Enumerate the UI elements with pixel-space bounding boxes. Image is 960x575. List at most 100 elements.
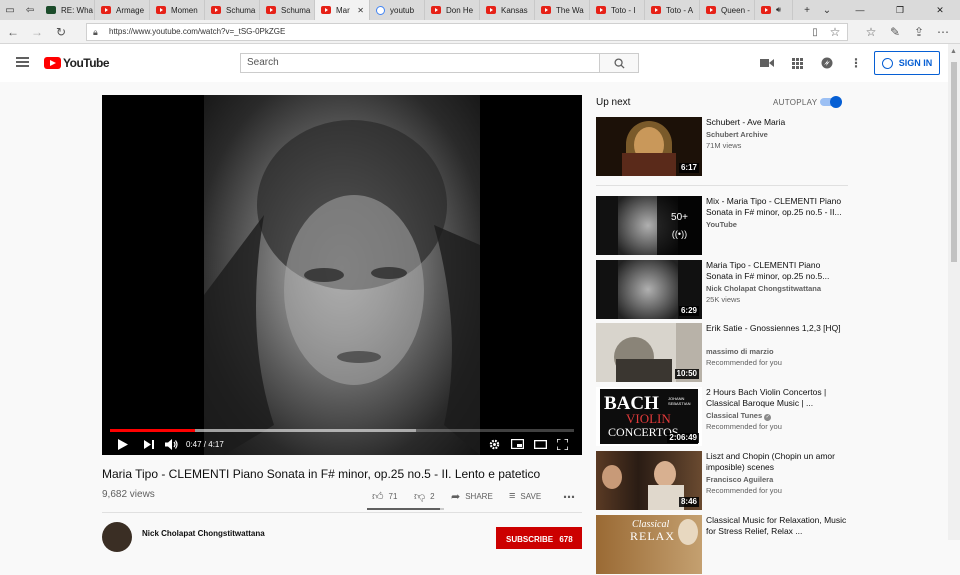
subscribe-button[interactable]: SUBSCRIBE 678	[496, 527, 582, 549]
channel-name[interactable]: Nick Cholapat Chongstitwattana	[142, 529, 265, 538]
tab-preview-icon[interactable]: ⇦	[20, 0, 40, 20]
video-player[interactable]: 0:47 / 4:17	[102, 95, 582, 455]
minimize-icon[interactable]: —	[840, 0, 880, 20]
next-icon[interactable]	[144, 438, 154, 450]
apps-grid-icon[interactable]	[790, 56, 804, 70]
browser-tab[interactable]: Toto - I	[590, 0, 645, 20]
recommended-channel[interactable]: Schubert Archive	[706, 130, 768, 139]
recommended-video-title[interactable]: 2 Hours Bach Violin Concertos | Classica…	[706, 387, 848, 409]
browser-tab[interactable]: Schuma	[205, 0, 260, 20]
recommended-meta: 25K views	[706, 295, 741, 304]
forward-icon[interactable]: →	[28, 23, 46, 41]
browser-tab[interactable]: The Wa	[535, 0, 590, 20]
close-window-icon[interactable]: ✕	[920, 0, 960, 20]
more-actions-icon[interactable]: ⋯	[563, 490, 575, 504]
back-icon[interactable]: ←	[4, 23, 22, 41]
browser-tab[interactable]: RE: Wha	[40, 0, 95, 20]
recommended-channel[interactable]: Nick Cholapat Chongstitwattana	[706, 284, 821, 293]
like-button[interactable]: 👍︎ 71	[372, 490, 397, 503]
recommended-video[interactable]: 6:17 Schubert - Ave Maria Schubert Archive…	[596, 117, 848, 177]
volume-icon[interactable]	[165, 438, 178, 450]
recommended-video-title[interactable]: Erik Satie - Gnossiennes 1,2,3 [HQ]	[706, 323, 848, 334]
tab-list: RE: Wha Armage Momen Schuma Schuma Mar ✕ youtub…	[40, 0, 793, 20]
url-field[interactable]: 🔒︎ https://www.youtube.com/watch?v=_tSG-…	[86, 23, 848, 41]
duration-badge: 8:46	[678, 497, 699, 507]
video-thumbnail[interactable]: 8:46	[596, 451, 702, 510]
browser-tab[interactable]: Mar ✕	[315, 0, 370, 20]
share-icon[interactable]: ⇪	[910, 23, 928, 41]
video-thumbnail[interactable]: Classical RELAX	[596, 515, 702, 574]
recommended-video[interactable]: BACH JOHANN SEBASTIAN VIOLIN CONCERTOS 2:06:…	[596, 387, 848, 447]
recommended-meta: Recommended for you	[706, 486, 782, 495]
dislike-button[interactable]: 👎︎ 2	[414, 490, 435, 503]
maximize-icon[interactable]: ❐	[880, 0, 920, 20]
recommended-video-title[interactable]: Liszt and Chopin (Chopin un amor imposib…	[706, 451, 848, 473]
recommended-video[interactable]: 50+ ((•)) Mix - Maria Tipo - CLEMENTI Pian…	[596, 196, 848, 256]
video-thumbnail[interactable]: 6:17	[596, 117, 702, 176]
recommended-video-title[interactable]: Maria Tipo - CLEMENTI Piano Sonata in F#…	[706, 260, 848, 282]
progress-bar[interactable]	[110, 429, 574, 432]
theater-mode-icon[interactable]	[534, 438, 547, 450]
browser-tab[interactable]: Schuma	[260, 0, 315, 20]
audio-playing-icon: 🔊︎	[776, 5, 782, 14]
recommended-video-title[interactable]: Classical Music for Relaxation, Music fo…	[706, 515, 848, 537]
browser-tab[interactable]: Armage	[95, 0, 150, 20]
mix-count: 50+	[671, 212, 688, 223]
pen-icon[interactable]: ✎	[886, 23, 904, 41]
recommended-video[interactable]: 10:50 Erik Satie - Gnossiennes 1,2,3 [HQ]…	[596, 323, 848, 383]
tab-close-icon[interactable]: ✕	[357, 6, 364, 15]
favorites-hub-icon[interactable]: ☆	[862, 23, 880, 41]
youtube-header: YouTube Search ⋮ SIGN IN	[0, 44, 948, 82]
browser-tab[interactable]: 🔊︎	[755, 0, 793, 20]
search-button[interactable]	[599, 53, 639, 73]
video-thumbnail[interactable]: BACH JOHANN SEBASTIAN VIOLIN CONCERTOS 2:06:…	[596, 387, 702, 446]
recommended-video-title[interactable]: Mix - Maria Tipo - CLEMENTI Piano Sonata…	[706, 196, 848, 218]
recommended-channel[interactable]: YouTube	[706, 220, 737, 229]
autoplay-toggle[interactable]	[820, 96, 842, 108]
miniplayer-icon[interactable]	[511, 438, 524, 450]
scroll-up-icon[interactable]: ▲	[950, 48, 957, 55]
scrollbar-thumb[interactable]	[951, 62, 957, 262]
video-thumbnail[interactable]: 50+ ((•))	[596, 196, 702, 255]
recommended-channel[interactable]: massimo di marzio	[706, 347, 774, 356]
more-icon[interactable]: ⋯	[934, 23, 952, 41]
recommended-channel[interactable]: Francisco Aguilera	[706, 475, 773, 484]
tab-actions-icon[interactable]: ▭	[0, 0, 20, 20]
recommended-channel[interactable]: Classical Tunes ✓	[706, 411, 772, 421]
recommended-video[interactable]: 6:29 Maria Tipo - CLEMENTI Piano Sonata i…	[596, 260, 848, 320]
browser-tab[interactable]: Kansas	[480, 0, 535, 20]
favorite-star-icon[interactable]: ☆	[826, 23, 844, 41]
play-icon[interactable]	[118, 438, 128, 450]
new-tab-button[interactable]: +	[797, 0, 817, 20]
youtube-logo[interactable]: YouTube	[44, 56, 110, 70]
browser-tab[interactable]: Toto - A	[645, 0, 700, 20]
recommended-video-title[interactable]: Schubert - Ave Maria	[706, 117, 848, 128]
page-scrollbar[interactable]: ▲	[948, 44, 960, 540]
share-button[interactable]: ➦ SHARE	[451, 490, 493, 503]
menu-icon[interactable]	[16, 57, 29, 67]
progress-played	[110, 429, 195, 432]
browser-tab[interactable]: Don He	[425, 0, 480, 20]
tab-list-chevron-icon[interactable]: ⌄	[817, 0, 837, 20]
reading-view-icon[interactable]: ▯	[806, 23, 824, 41]
recommended-video[interactable]: Classical RELAX Classical Music for Relaxa…	[596, 515, 848, 575]
browser-tab[interactable]: youtub	[370, 0, 425, 20]
tab-label: The Wa	[556, 5, 584, 15]
up-next-divider	[596, 185, 848, 186]
video-thumbnail[interactable]: 6:29	[596, 260, 702, 319]
save-button[interactable]: ≡ SAVE	[509, 490, 541, 502]
fullscreen-icon[interactable]	[557, 438, 568, 450]
messages-icon[interactable]	[820, 56, 834, 70]
autoplay-label: AUTOPLAY	[773, 98, 818, 107]
browser-tab[interactable]: Momen	[150, 0, 205, 20]
settings-gear-icon[interactable]	[489, 438, 500, 450]
search-input[interactable]: Search	[240, 53, 600, 73]
settings-more-icon[interactable]: ⋮	[849, 56, 863, 70]
channel-avatar[interactable]	[102, 522, 132, 552]
refresh-icon[interactable]: ↻	[52, 23, 70, 41]
create-video-icon[interactable]	[760, 56, 774, 70]
recommended-video[interactable]: 8:46 Liszt and Chopin (Chopin un amor imp…	[596, 451, 848, 511]
video-thumbnail[interactable]: 10:50	[596, 323, 702, 382]
sign-in-button[interactable]: SIGN IN	[874, 51, 940, 75]
browser-tab[interactable]: Queen -	[700, 0, 755, 20]
